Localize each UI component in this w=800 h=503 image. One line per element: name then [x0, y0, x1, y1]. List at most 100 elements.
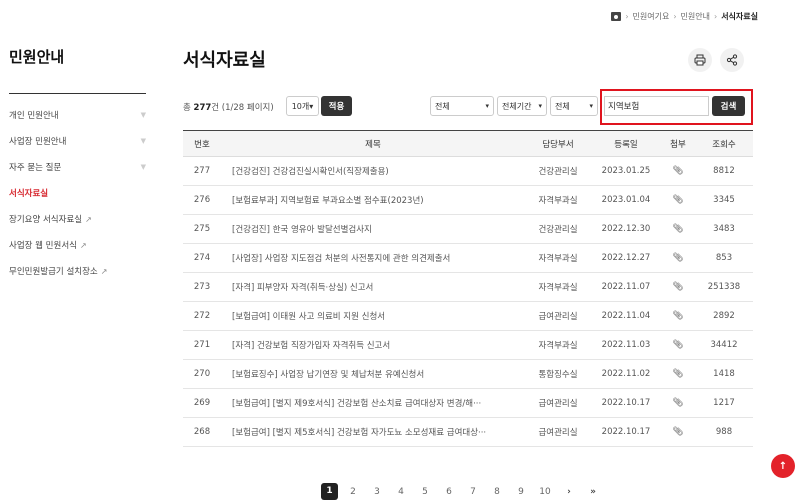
page-link[interactable]: 7 [461, 487, 485, 497]
arrow-up-icon: ↑ [778, 460, 788, 472]
row-attach[interactable]: 📎︎ [661, 330, 695, 360]
table-row[interactable]: 275 [건강검진] 한국 영유아 발달선별검사지 건강관리실 2022.12.30 📎… [183, 214, 753, 244]
row-attach[interactable]: 📎︎ [661, 301, 695, 331]
scroll-top-button[interactable]: ↑ [771, 454, 795, 478]
row-attach[interactable]: 📎︎ [661, 359, 695, 389]
paperclip-icon[interactable]: 📎︎ [673, 166, 684, 176]
table-row[interactable]: 276 [보험료부과] 지역보험료 부과요소별 점수표(2023년) 자격부과실 20… [183, 185, 753, 215]
table-row[interactable]: 277 [건강검진] 건강검진실시확인서(직장제출용) 건강관리실 2023.01.2… [183, 156, 753, 186]
row-attach[interactable]: 📎︎ [661, 243, 695, 273]
row-views: 3483 [695, 214, 753, 244]
paperclip-icon[interactable]: 📎︎ [673, 427, 684, 437]
sidebar-item-forms[interactable]: 서식자료실 [9, 180, 146, 206]
page-link[interactable]: 3 [365, 487, 389, 497]
sidebar-item-label: 무인민원발급기 설치장소 [9, 267, 98, 277]
paperclip-icon[interactable]: 📎︎ [673, 195, 684, 205]
apply-button[interactable]: 적용 [321, 96, 352, 116]
page-link[interactable]: 5 [413, 487, 437, 497]
row-attach[interactable]: 📎︎ [661, 417, 695, 447]
row-title-link[interactable]: [보험급여] [별지 제5호서식] 건강보험 자가도뇨 소모성재료 급여대상··… [221, 417, 525, 447]
next-page-icon[interactable]: › [557, 487, 581, 497]
row-dept: 자격부과실 [525, 243, 591, 273]
category-select[interactable]: 전체 ▾ [430, 96, 494, 116]
row-views: 2892 [695, 301, 753, 331]
table-header-row: 번호 제목 담당부서 등록일 첨부 조회수 [183, 130, 753, 157]
share-icon [726, 54, 738, 66]
row-title-link[interactable]: [보험급여] [별지 제9호서식] 건강보험 산소치료 급여대상자 변경/해··… [221, 388, 525, 418]
table-row[interactable]: 272 [보험급여] 이태원 사고 의료비 지원 신청서 급여관리실 2022.11.… [183, 301, 753, 331]
row-title-link[interactable]: [사업장] 사업장 지도점검 처분의 사전통지에 관한 의견제출서 [221, 243, 525, 273]
page-title: 서식자료실 [183, 50, 266, 71]
table-row[interactable]: 268 [보험급여] [별지 제5호서식] 건강보험 자가도뇨 소모성재료 급여대… [183, 417, 753, 447]
page-link[interactable]: 4 [389, 487, 413, 497]
row-number: 273 [183, 272, 221, 302]
table-row[interactable]: 271 [자격] 건강보험 직장가입자 자격취득 신고서 자격부과실 2022.11.… [183, 330, 753, 360]
breadcrumb-item[interactable]: 민원여기요 [633, 11, 670, 22]
row-title-link[interactable]: [건강검진] 한국 영유아 발달선별검사지 [221, 214, 525, 244]
row-date: 2022.10.17 [591, 417, 661, 447]
paperclip-icon[interactable]: 📎︎ [673, 398, 684, 408]
paperclip-icon[interactable]: 📎︎ [673, 340, 684, 350]
row-number: 274 [183, 243, 221, 273]
sidebar-item-personal[interactable]: 개인 민원안내 ▼ [9, 102, 146, 128]
chevron-down-icon: ▾ [589, 102, 593, 110]
paperclip-icon[interactable]: 📎︎ [673, 311, 684, 321]
table-row[interactable]: 269 [보험급여] [별지 제9호서식] 건강보험 산소치료 급여대상자 변경/… [183, 388, 753, 418]
row-dept: 건강관리실 [525, 214, 591, 244]
table-row[interactable]: 273 [자격] 피부양자 자격(취득·상실) 신고서 자격부과실 2022.11.0… [183, 272, 753, 302]
page-link[interactable]: 8 [485, 487, 509, 497]
period-select[interactable]: 전체기간 ▾ [497, 96, 547, 116]
sidebar-item-label: 자주 묻는 질문 [9, 163, 62, 173]
row-attach[interactable]: 📎︎ [661, 156, 695, 186]
page-link[interactable]: 6 [437, 487, 461, 497]
row-attach[interactable]: 📎︎ [661, 214, 695, 244]
row-views: 853 [695, 243, 753, 273]
breadcrumb-separator: › [625, 12, 629, 21]
page-link[interactable]: 9 [509, 487, 533, 497]
paperclip-icon[interactable]: 📎︎ [673, 253, 684, 263]
sidebar-item-label: 개인 민원안내 [9, 111, 59, 121]
sidebar-item-ltc-forms[interactable]: 장기요양 서식자료실 ↗ [9, 206, 146, 232]
row-title-link[interactable]: [자격] 피부양자 자격(취득·상실) 신고서 [221, 272, 525, 302]
table-row[interactable]: 274 [사업장] 사업장 지도점검 처분의 사전통지에 관한 의견제출서 자격부과… [183, 243, 753, 273]
row-attach[interactable]: 📎︎ [661, 185, 695, 215]
row-title-link[interactable]: [건강검진] 건강검진실시확인서(직장제출용) [221, 156, 525, 186]
row-title-link[interactable]: [자격] 건강보험 직장가입자 자격취득 신고서 [221, 330, 525, 360]
share-button[interactable] [720, 48, 744, 72]
home-icon[interactable] [611, 12, 622, 21]
paperclip-icon[interactable]: 📎︎ [673, 224, 684, 234]
print-icon [694, 54, 706, 66]
row-date: 2022.11.02 [591, 359, 661, 389]
breadcrumb-current: 서식자료실 [721, 12, 758, 21]
row-title-link[interactable]: [보험료부과] 지역보험료 부과요소별 점수표(2023년) [221, 185, 525, 215]
table-row[interactable]: 270 [보험료징수] 사업장 납기연장 및 체납처분 유예신청서 통합징수실 202… [183, 359, 753, 389]
breadcrumb-item[interactable]: 민원안내 [681, 11, 710, 22]
row-number: 269 [183, 388, 221, 418]
row-title-link[interactable]: [보험료징수] 사업장 납기연장 및 체납처분 유예신청서 [221, 359, 525, 389]
row-attach[interactable]: 📎︎ [661, 272, 695, 302]
sidebar-item-web-forms[interactable]: 사업장 웹 민원서식 ↗ [9, 232, 146, 258]
sidebar-item-business[interactable]: 사업장 민원안내 ▼ [9, 128, 146, 154]
page-link[interactable]: 1 [321, 483, 338, 500]
search-field-select[interactable]: 전체 ▾ [550, 96, 598, 116]
row-date: 2022.11.03 [591, 330, 661, 360]
row-attach[interactable]: 📎︎ [661, 388, 695, 418]
paperclip-icon[interactable]: 📎︎ [673, 369, 684, 379]
row-dept: 급여관리실 [525, 301, 591, 331]
page-link[interactable]: 10 [533, 487, 557, 497]
sidebar-item-faq[interactable]: 자주 묻는 질문 ▼ [9, 154, 146, 180]
paperclip-icon[interactable]: 📎︎ [673, 282, 684, 292]
sidebar-item-label: 서식자료실 [9, 189, 49, 199]
last-page-icon[interactable]: » [581, 487, 605, 497]
row-title-link[interactable]: [보험급여] 이태원 사고 의료비 지원 신청서 [221, 301, 525, 331]
search-button[interactable]: 검색 [712, 96, 745, 116]
sidebar-item-kiosk[interactable]: 무인민원발급기 설치장소 ↗ [9, 258, 146, 284]
search-input[interactable]: 지역보험 [604, 96, 709, 116]
page-link[interactable]: 2 [341, 487, 365, 497]
row-views: 988 [695, 417, 753, 447]
col-header-number: 번호 [183, 130, 221, 157]
per-page-select[interactable]: 10개 ▾ [286, 96, 319, 116]
print-button[interactable] [688, 48, 712, 72]
chevron-down-icon: ▾ [485, 102, 489, 110]
row-date: 2022.10.17 [591, 388, 661, 418]
